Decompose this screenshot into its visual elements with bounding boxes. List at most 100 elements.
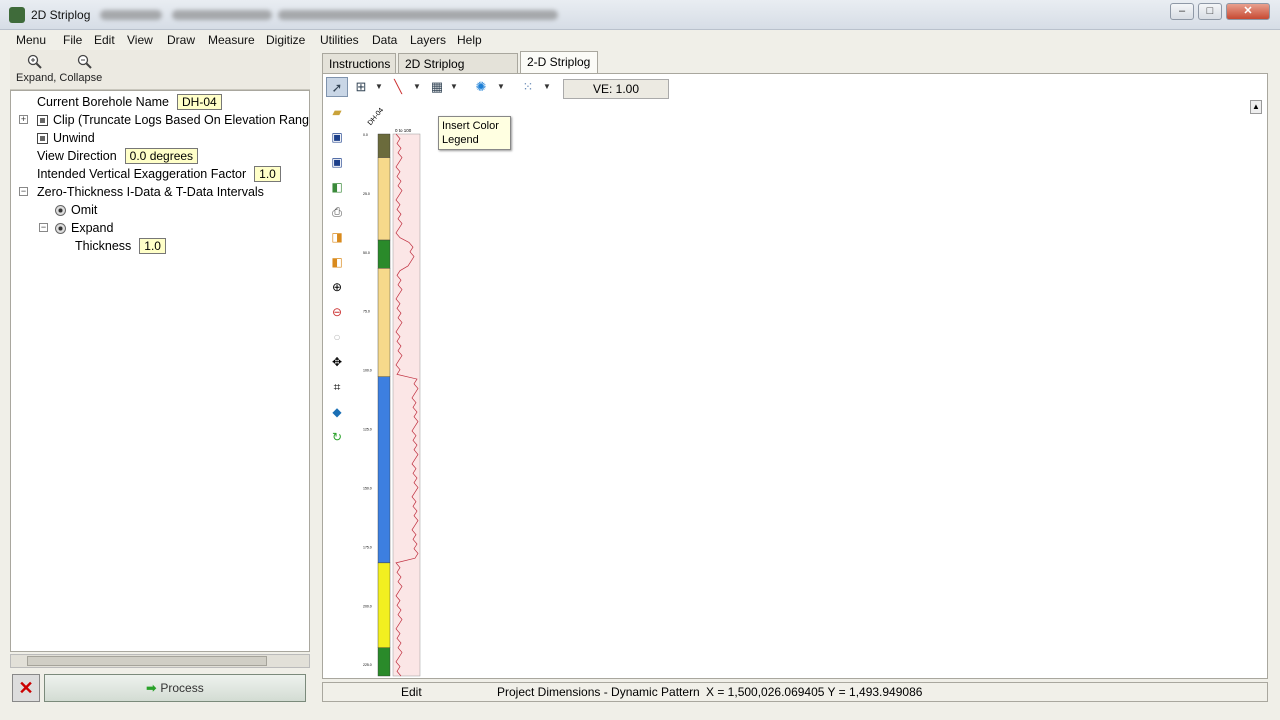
title-bar: 2D Striplog – □ ✕ (0, 0, 1280, 30)
lithology-interval[interactable] (377, 239, 391, 269)
borehole-value[interactable]: DH-04 (177, 94, 222, 110)
pan-icon[interactable]: ✥ (327, 352, 347, 372)
tree-row-expand[interactable]: Expand (55, 219, 113, 237)
blurred-title-segment (278, 10, 558, 20)
status-project-dimensions: Project Dimensions - Dynamic Pattern (497, 685, 699, 699)
dropdown-arrow-icon[interactable]: ▼ (375, 82, 383, 91)
depth-tick-label: 200.0 (363, 604, 372, 608)
view-direction-value[interactable]: 0.0 degrees (124, 148, 199, 164)
scatter-points-icon[interactable]: ⁙ (517, 77, 539, 97)
menu-edit[interactable]: Edit (94, 33, 115, 47)
print-icon[interactable]: ⎙ (327, 202, 347, 222)
insert-legend-icon[interactable]: ▦ (426, 77, 448, 97)
menu-digitize[interactable]: Digitize (266, 33, 305, 47)
view-direction-label: View Direction (37, 149, 117, 163)
lithology-interval[interactable] (377, 133, 391, 158)
scroll-up-icon[interactable]: ▲ (1250, 100, 1262, 114)
export-icon[interactable]: ◧ (327, 177, 347, 197)
borehole-name-label: DH-04 (367, 107, 385, 127)
window-title: 2D Striplog (31, 8, 91, 22)
striplog-workspace: ➚ ⊞ ▼ ╲ ▼ ▦ ▼ ✺ ▼ ⁙ ▼ VE: 1.00 Insert Co… (322, 73, 1268, 679)
lithology-interval[interactable] (377, 268, 391, 377)
expand-option-label: Expand (71, 221, 114, 235)
menu-menu[interactable]: Menu (16, 33, 46, 47)
expand-icon[interactable] (27, 54, 43, 70)
expand-radio[interactable] (55, 222, 66, 234)
menu-view[interactable]: View (127, 33, 153, 47)
lithology-interval[interactable] (377, 647, 391, 677)
omit-radio[interactable] (55, 204, 66, 216)
dropdown-arrow-icon[interactable]: ▼ (413, 82, 421, 91)
refresh-icon[interactable]: ↻ (327, 427, 347, 447)
close-button[interactable]: ✕ (1226, 3, 1270, 20)
tab-instructions[interactable]: Instructions (322, 53, 396, 73)
collapse-toggle-icon[interactable]: − (19, 187, 28, 196)
select-pointer-icon[interactable]: ➚ (326, 77, 348, 97)
select-region-icon[interactable]: ⊞ (350, 77, 372, 97)
thickness-value[interactable]: 1.0 (139, 238, 166, 254)
lithology-column (377, 133, 391, 677)
maximize-button[interactable]: □ (1198, 3, 1222, 20)
process-button[interactable]: ➡ Process (44, 674, 306, 702)
tree-row-ve-factor[interactable]: Intended Vertical Exaggeration Factor 1.… (37, 165, 281, 183)
menu-help[interactable]: Help (457, 33, 482, 47)
status-coordinates: X = 1,500,026.069405 Y = 1,493.949086 (706, 685, 923, 699)
borehole-label: Current Borehole Name (37, 95, 170, 109)
menu-file[interactable]: File (63, 33, 82, 47)
expand-toggle-icon[interactable]: + (19, 115, 28, 124)
save-icon[interactable]: ▣ (327, 127, 347, 147)
depth-tick-label: 100.0 (363, 369, 372, 373)
tree-row-thickness[interactable]: Thickness 1.0 (75, 237, 166, 255)
depth-tick-label: 50.0 (363, 251, 370, 255)
ve-indicator: VE: 1.00 (563, 79, 669, 99)
tree-row-zero-thickness[interactable]: Zero-Thickness I-Data & T-Data Intervals (37, 183, 264, 201)
zoom-out-icon[interactable]: ⊖ (327, 302, 347, 322)
tree-row-clip[interactable]: Clip (Truncate Logs Based On Elevation R… (37, 111, 309, 129)
menu-data[interactable]: Data (372, 33, 397, 47)
tab-bar: Instructions 2D Striplog Designer 2-D St… (322, 51, 1272, 85)
tree-horizontal-scrollbar[interactable] (10, 654, 310, 668)
cancel-icon[interactable]: ✕ (12, 674, 40, 702)
fit-horizontal-icon[interactable]: ◨ (327, 227, 347, 247)
menu-layers[interactable]: Layers (410, 33, 446, 47)
tab-2d-striplog[interactable]: 2-D Striplog (520, 51, 598, 73)
tree-row-omit[interactable]: Omit (55, 201, 97, 219)
menu-utilities[interactable]: Utilities (320, 33, 359, 47)
tab-striplog-designer[interactable]: 2D Striplog Designer (398, 53, 518, 85)
minimize-button[interactable]: – (1170, 3, 1194, 20)
zoom-in-icon[interactable]: ⊕ (327, 277, 347, 297)
unwind-checkbox[interactable] (37, 132, 48, 144)
scrollbar-thumb[interactable] (27, 656, 267, 666)
draw-line-icon[interactable]: ╲ (387, 77, 409, 97)
dropdown-arrow-icon[interactable]: ▼ (450, 82, 458, 91)
zoom-disabled-icon[interactable]: ○ (327, 327, 347, 347)
arrow-right-icon: ➡ (146, 681, 157, 695)
open-folder-icon[interactable]: ▰ (327, 102, 347, 122)
lithology-interval[interactable] (377, 376, 391, 564)
fit-vertical-icon[interactable]: ◧ (327, 252, 347, 272)
globe-icon[interactable]: ✺ (470, 77, 492, 97)
depth-tick-label: 125.0 (363, 428, 372, 432)
expand-collapse-bar: Expand, Collapse (10, 50, 310, 90)
save-as-icon[interactable]: ▣ (327, 152, 347, 172)
ve-factor-value[interactable]: 1.0 (254, 166, 281, 182)
dropdown-arrow-icon[interactable]: ▼ (497, 82, 505, 91)
lithology-interval[interactable] (377, 562, 391, 648)
clip-checkbox[interactable] (37, 114, 48, 126)
crop-icon[interactable]: ⌗ (327, 377, 347, 397)
app-window: 2D Striplog – □ ✕ Menu File Edit View Dr… (0, 0, 1280, 720)
lithology-interval[interactable] (377, 157, 391, 241)
tree-row-borehole[interactable]: Current Borehole Name DH-04 (37, 93, 222, 111)
dropdown-arrow-icon[interactable]: ▼ (543, 82, 551, 91)
collapse-toggle-icon[interactable]: − (39, 223, 48, 232)
collapse-icon[interactable] (77, 54, 93, 70)
blurred-title-segment (100, 10, 162, 20)
depth-tick-label: 75.0 (363, 310, 370, 314)
tree-row-view-direction[interactable]: View Direction 0.0 degrees (37, 147, 199, 165)
menu-draw[interactable]: Draw (167, 33, 195, 47)
blurred-title-segment (172, 10, 272, 20)
menu-measure[interactable]: Measure (208, 33, 255, 47)
rotate-icon[interactable]: ◆ (327, 402, 347, 422)
tree-row-unwind[interactable]: Unwind (37, 129, 95, 147)
top-toolbar: ➚ ⊞ ▼ ╲ ▼ ▦ ▼ ✺ ▼ ⁙ ▼ VE: 1.00 (323, 76, 1269, 100)
